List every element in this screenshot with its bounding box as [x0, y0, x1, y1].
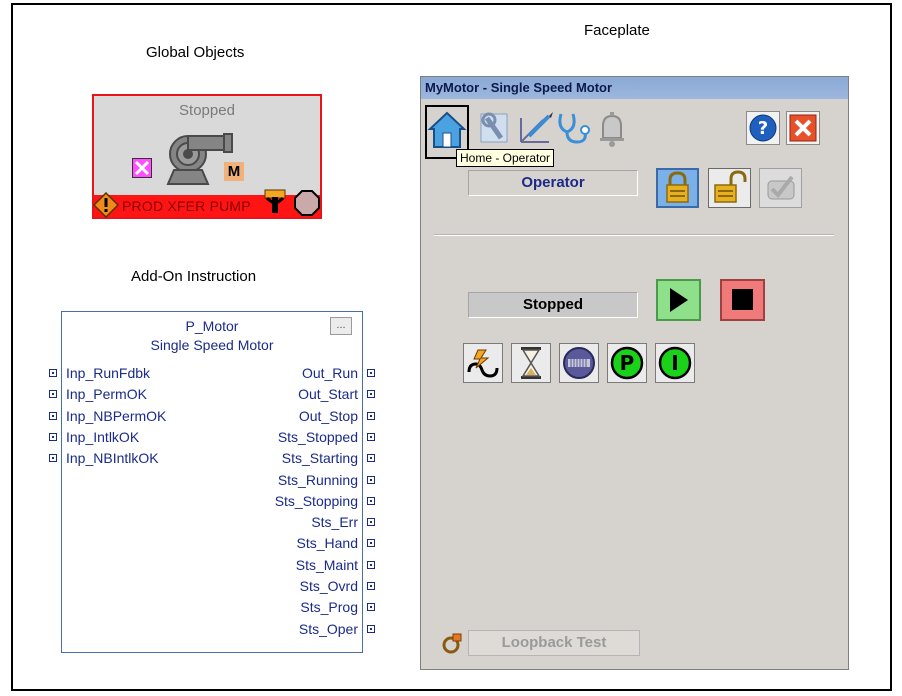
aoi-input-pin: Inp_PermOK: [49, 386, 147, 402]
pin-connector-icon[interactable]: [367, 560, 375, 569]
aoi-input-pin: Inp_RunFdbk: [49, 365, 150, 381]
run-feedback-icon[interactable]: [463, 343, 503, 383]
aoi-heading: Add-On Instruction: [131, 268, 257, 285]
aoi-input-label: Inp_NBIntlkOK: [66, 450, 159, 467]
aoi-output-label: Sts_Hand: [296, 535, 358, 552]
aoi-input-label: Inp_IntlkOK: [66, 428, 140, 445]
pin-connector-icon[interactable]: [49, 454, 57, 463]
aoi-output-label: Sts_Stopping: [274, 492, 358, 509]
svg-text:I: I: [671, 351, 678, 375]
aoi-output-pin: Sts_Running: [278, 472, 375, 488]
aoi-output-label: Sts_Maint: [295, 556, 358, 573]
stop-button[interactable]: [720, 279, 765, 321]
engineering-icon[interactable]: [515, 108, 555, 148]
help-icon[interactable]: ?: [746, 111, 780, 145]
aoi-output-label: Sts_Starting: [281, 450, 358, 467]
pin-connector-icon[interactable]: [49, 432, 57, 441]
aoi-output-label: Sts_Running: [277, 471, 358, 488]
pin-connector-icon[interactable]: [367, 539, 375, 548]
aoi-output-label: Sts_Ovrd: [299, 578, 358, 594]
aoi-output-pin: Out_Stop: [299, 408, 375, 424]
faceplate-heading: Faceplate: [584, 22, 650, 39]
pin-connector-icon[interactable]: [367, 496, 375, 505]
tag-bar: PROD XFER PUMP: [93, 189, 320, 218]
aoi-output-pin: Sts_Oper: [299, 621, 375, 637]
window-titlebar: MyMotor - Single Speed Motor: [421, 77, 848, 99]
unlock-button[interactable]: [708, 168, 751, 208]
hourglass-icon[interactable]: [511, 343, 551, 383]
i-interlock-icon[interactable]: I: [655, 343, 695, 383]
interlock-bypass-icon[interactable]: [559, 343, 599, 383]
aoi-output-label: Sts_Prog: [300, 599, 358, 616]
reset-ack-button[interactable]: [759, 168, 802, 208]
aoi-input-pin: Inp_NBIntlkOK: [49, 450, 159, 466]
pin-connector-icon[interactable]: [49, 369, 57, 377]
global-object-motor[interactable]: Stopped M PROD XFER PUMP: [92, 94, 322, 219]
aoi-output-pin: Sts_Stopped: [278, 429, 375, 445]
aoi-output-label: Sts_Err: [311, 514, 358, 531]
aoi-output-label: Out_Start: [298, 386, 358, 403]
fault-x-icon: [132, 158, 152, 178]
pin-connector-icon[interactable]: [367, 369, 375, 377]
aoi-output-label: Sts_Oper: [298, 620, 358, 637]
close-icon[interactable]: [786, 111, 820, 145]
separator: [434, 234, 834, 235]
pin-connector-icon[interactable]: [367, 518, 375, 527]
pin-connector-icon[interactable]: [367, 603, 375, 612]
aoi-output-pin: Sts_Stopping: [275, 493, 375, 509]
motor-status-text: Stopped: [179, 102, 235, 119]
warning-diamond-icon: [93, 192, 119, 218]
pin-connector-icon[interactable]: [367, 390, 375, 399]
pin-connector-icon[interactable]: [49, 411, 57, 420]
aoi-output-pin: Sts_Prog: [300, 599, 375, 615]
maintenance-wrench-icon: [264, 189, 286, 213]
loopback-icon: [441, 632, 463, 654]
pin-connector-icon[interactable]: [367, 624, 375, 633]
aoi-input-label: Inp_RunFdbk: [66, 365, 151, 381]
pin-connector-icon[interactable]: [367, 411, 375, 420]
aoi-output-pin: Sts_Hand: [297, 535, 375, 551]
aoi-block[interactable]: P_Motor Single Speed Motor ... Inp_RunFd…: [49, 311, 375, 653]
pin-connector-icon[interactable]: [367, 475, 375, 484]
pin-connector-icon[interactable]: [367, 454, 375, 463]
maintenance-icon[interactable]: [475, 108, 515, 148]
mode-field: Operator: [468, 170, 638, 196]
lock-button[interactable]: [656, 168, 699, 208]
loopback-test-button[interactable]: Loopback Test: [468, 630, 640, 656]
aoi-input-label: Inp_PermOK: [66, 386, 147, 403]
pin-connector-icon[interactable]: [367, 432, 375, 441]
aoi-input-pin: Inp_NBPermOK: [49, 408, 166, 424]
start-button[interactable]: [656, 279, 701, 321]
aoi-input-pin: Inp_IntlkOK: [49, 429, 139, 445]
aoi-output-pin: Sts_Maint: [296, 557, 375, 573]
aoi-output-label: Out_Run: [301, 365, 358, 381]
aoi-output-pin: Sts_Starting: [282, 450, 375, 466]
tag-label: PROD XFER PUMP: [122, 198, 251, 214]
tooltip: Home - Operator: [456, 149, 555, 167]
svg-text:?: ?: [758, 118, 768, 139]
aoi-output-pin: Sts_Ovrd: [300, 578, 375, 594]
alarm-bell-icon[interactable]: [592, 108, 632, 148]
global-objects-heading: Global Objects: [146, 44, 245, 61]
aoi-output-label: Out_Stop: [298, 407, 358, 424]
stop-octagon-icon: [294, 190, 320, 216]
p-permissive-icon[interactable]: P: [607, 343, 647, 383]
aoi-output-pin: Out_Start: [298, 386, 375, 402]
aoi-input-label: Inp_NBPermOK: [66, 407, 167, 424]
aoi-output-pin: Out_Run: [302, 365, 375, 381]
pin-connector-icon[interactable]: [367, 582, 375, 590]
diagnostics-icon[interactable]: [553, 108, 593, 148]
aoi-output-pin: Sts_Err: [311, 514, 375, 530]
window-title: MyMotor - Single Speed Motor: [425, 80, 613, 95]
motor-state-field: Stopped: [468, 292, 638, 318]
aoi-output-label: Sts_Stopped: [277, 428, 358, 445]
aoi-properties-button[interactable]: ...: [330, 317, 352, 335]
aoi-name: P_Motor: [185, 318, 239, 334]
pin-connector-icon[interactable]: [49, 390, 57, 399]
svg-text:P: P: [620, 351, 635, 375]
mode-badge: M: [224, 162, 244, 181]
aoi-description: Single Speed Motor: [150, 337, 274, 353]
